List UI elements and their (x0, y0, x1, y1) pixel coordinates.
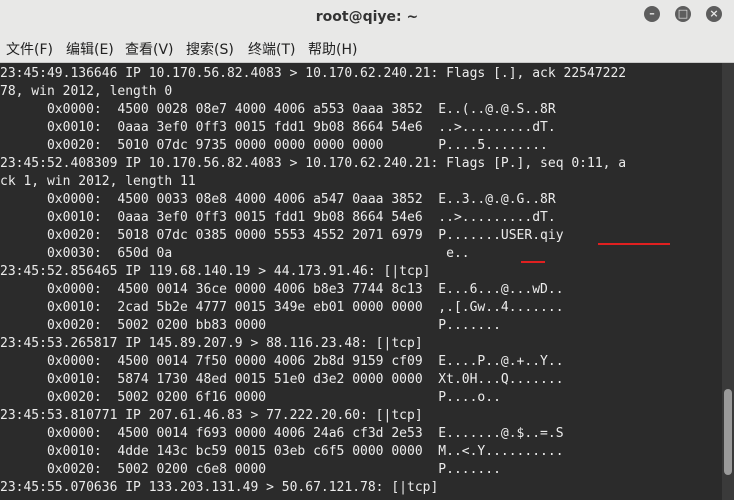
terminal-line: 0x0010: 2cad 5b2e 4777 0015 349e eb01 00… (0, 300, 564, 315)
menu-file[interactable]: 文件(F) (6, 39, 53, 59)
menu-view[interactable]: 查看(V) (125, 39, 174, 59)
title-bar[interactable]: root@qiye: ~ – □ × (0, 0, 734, 37)
minimize-button[interactable]: – (644, 6, 660, 22)
close-button[interactable]: × (706, 6, 722, 22)
menu-edit[interactable]: 编辑(E) (66, 39, 114, 59)
terminal-line: 0x0010: 0aaa 3ef0 0ff3 0015 fdd1 9b08 86… (0, 210, 556, 225)
maximize-button[interactable]: □ (675, 6, 691, 22)
window-title: root@qiye: ~ (315, 9, 419, 25)
terminal-line: 0x0020: 5002 0200 6f16 0000 P....o.. (0, 390, 501, 405)
terminal-line: 0x0030: 650d 0a e.. (0, 246, 470, 261)
terminal-line: 23:45:53.265817 IP 145.89.207.9 > 88.116… (0, 336, 423, 351)
terminal-line: 23:45:49.136646 IP 10.170.56.82.4083 > 1… (0, 66, 627, 81)
terminal-line: 0x0000: 4500 0033 08e8 4000 4006 a547 0a… (0, 192, 556, 207)
terminal-line: 0x0010: 5874 1730 48ed 0015 51e0 d3e2 00… (0, 372, 564, 387)
terminal-window: root@qiye: ~ – □ × 文件(F) 编辑(E) 查看(V) 搜索(… (0, 0, 734, 500)
terminal-line: 0x0000: 4500 0014 36ce 0000 4006 b8e3 77… (0, 282, 564, 297)
scrollbar-thumb[interactable] (724, 389, 732, 475)
terminal-line: 23:45:52.856465 IP 119.68.140.19 > 44.17… (0, 264, 431, 279)
red-underline-annotation (598, 243, 670, 245)
menu-bar: 文件(F) 编辑(E) 查看(V) 搜索(S) 终端(T) 帮助(H) (0, 36, 734, 63)
terminal-output[interactable]: 23:45:49.136646 IP 10.170.56.82.4083 > 1… (0, 63, 722, 500)
red-underline-annotation (521, 261, 545, 263)
terminal-line: 0x0010: 0aaa 3ef0 0ff3 0015 fdd1 9b08 86… (0, 120, 556, 135)
terminal-line: 0x0000: 4500 0014 7f50 0000 4006 2b8d 91… (0, 354, 564, 369)
menu-search[interactable]: 搜索(S) (186, 39, 234, 59)
terminal-line: 0x0020: 5002 0200 c6e8 0000 P....... (0, 462, 501, 477)
terminal-line: 0x0010: 4dde 143c bc59 0015 03eb c6f5 00… (0, 444, 564, 459)
terminal-line: ck 1, win 2012, length 11 (0, 174, 196, 189)
terminal-line: 23:45:52.408309 IP 10.170.56.82.4083 > 1… (0, 156, 627, 171)
terminal-line: 0x0000: 4500 0014 f693 0000 4006 24a6 cf… (0, 426, 564, 441)
terminal-line: 0x0000: 4500 0028 08e7 4000 4006 a553 0a… (0, 102, 556, 117)
terminal-line: 0x0020: 5002 0200 bb83 0000 P....... (0, 318, 501, 333)
scrollbar[interactable] (722, 63, 734, 500)
terminal-line: 23:45:53.810771 IP 207.61.46.83 > 77.222… (0, 408, 423, 423)
terminal-line: 23:45:55.070636 IP 133.203.131.49 > 50.6… (0, 480, 439, 495)
terminal-line: 78, win 2012, length 0 (0, 84, 173, 99)
terminal-line: 0x0020: 5010 07dc 9735 0000 0000 0000 00… (0, 138, 548, 153)
menu-help[interactable]: 帮助(H) (308, 39, 357, 59)
menu-terminal[interactable]: 终端(T) (248, 39, 295, 59)
